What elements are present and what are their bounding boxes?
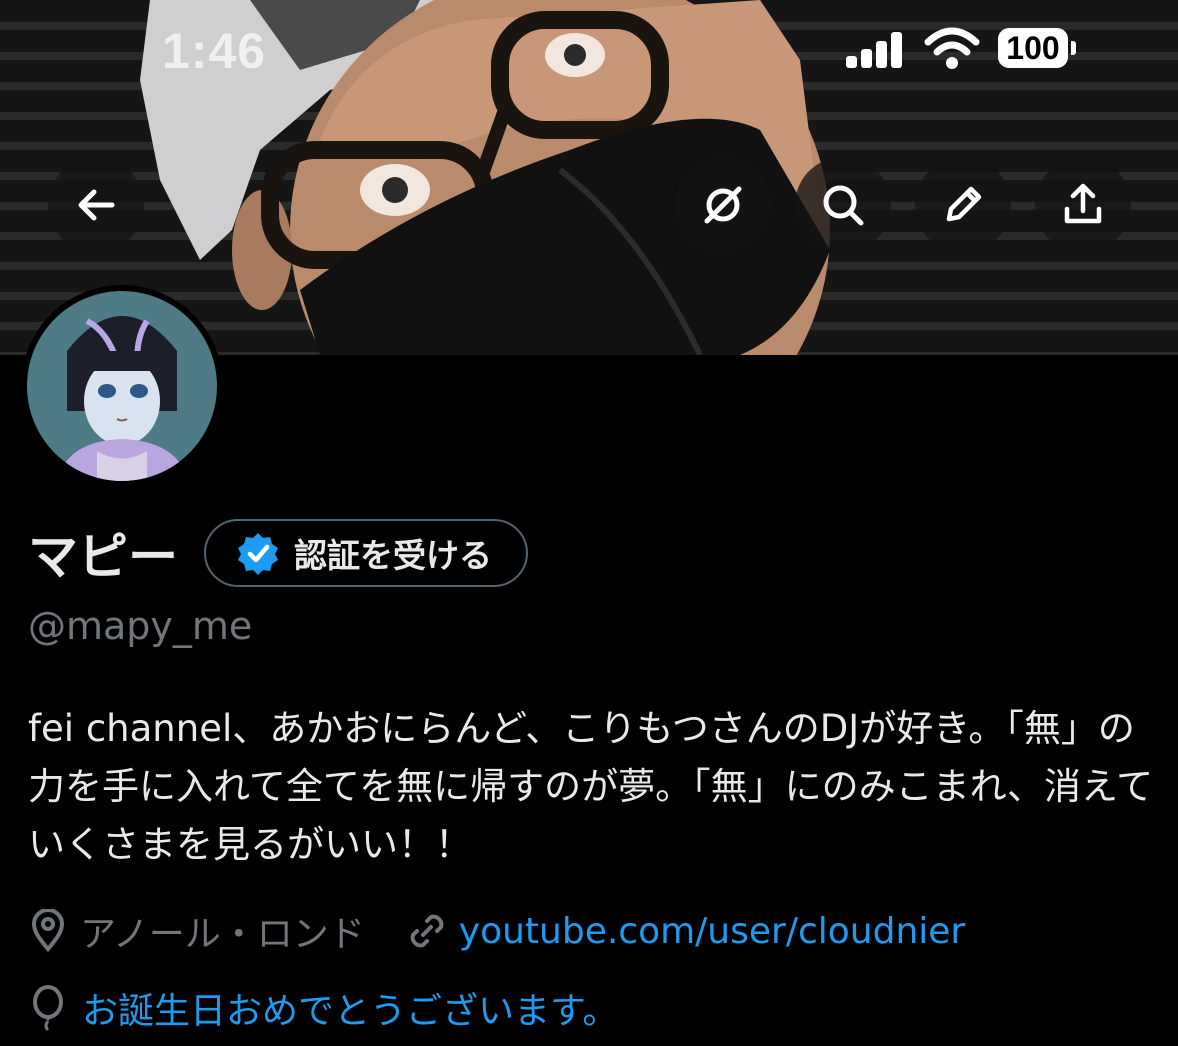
search-button[interactable] xyxy=(795,157,891,253)
name-row: マピー 認証を受ける xyxy=(28,515,528,591)
pencil-icon xyxy=(946,186,982,222)
status-time: 1:46 xyxy=(162,23,267,79)
user-handle: @mapy_me xyxy=(28,604,253,648)
battery-indicator: 100 xyxy=(998,28,1076,68)
balloon-icon xyxy=(33,985,63,1032)
verified-badge-icon xyxy=(238,533,278,575)
battery-level: 100 xyxy=(1006,29,1060,66)
search-icon xyxy=(823,185,864,226)
avatar-illustration xyxy=(27,291,217,481)
wifi-icon xyxy=(924,27,980,69)
status-bar: 1:46 100 xyxy=(0,0,1178,100)
birthday-message[interactable]: お誕生日おめでとうございます。 xyxy=(82,982,618,1034)
link-icon xyxy=(410,914,444,948)
get-verified-label: 認証を受ける xyxy=(294,536,492,575)
profile-website-link[interactable]: youtube.com/user/cloudnier xyxy=(459,911,965,952)
profile-meta-row: アノール・ロンド youtube.com/user/cloudnier xyxy=(28,906,965,956)
share-button[interactable] xyxy=(1035,157,1131,253)
cellular-signal-icon xyxy=(846,32,904,68)
profile-location: アノール・ロンド xyxy=(80,914,365,955)
back-button[interactable] xyxy=(48,157,144,253)
arrow-left-icon xyxy=(78,189,115,221)
slashed-circle-icon xyxy=(704,186,742,224)
location-pin-icon xyxy=(31,909,65,953)
share-icon xyxy=(1064,183,1102,224)
birthday-row: お誕生日おめでとうございます。 xyxy=(28,983,618,1033)
edit-button[interactable] xyxy=(915,157,1011,253)
grok-button[interactable] xyxy=(675,157,771,253)
profile-avatar[interactable] xyxy=(21,285,223,487)
display-name: マピー xyxy=(28,528,178,586)
get-verified-button[interactable]: 認証を受ける xyxy=(204,519,528,587)
profile-bio: fei channel、あかおにらんど、こりもつさんのDJが好き。「無」の力を手… xyxy=(28,707,1154,866)
